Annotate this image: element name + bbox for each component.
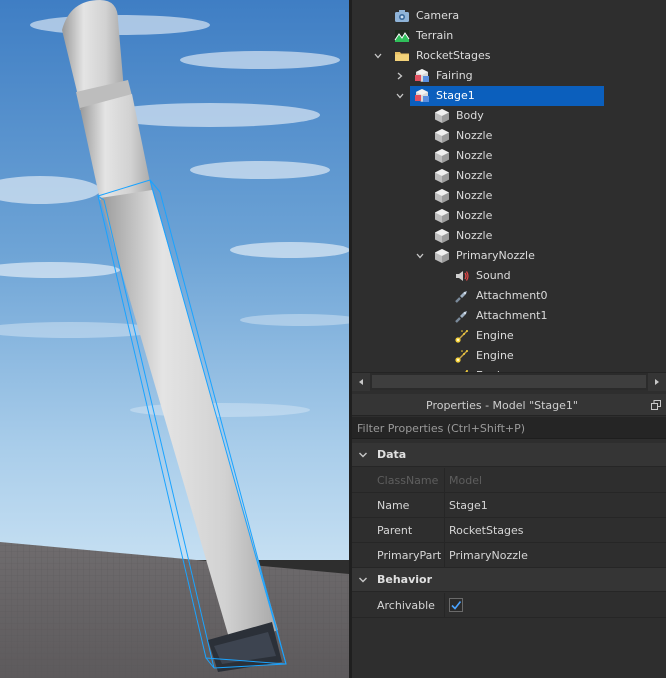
dock-icon[interactable]	[651, 400, 661, 410]
tree-item-nozzle[interactable]: Nozzle	[352, 206, 666, 226]
tree-item-label: Nozzle	[456, 209, 493, 222]
part-icon	[434, 248, 450, 264]
tree-item-nozzle[interactable]: Nozzle	[352, 166, 666, 186]
property-name-row[interactable]: Name Stage1	[352, 493, 666, 518]
tree-item-label: Terrain	[416, 29, 454, 42]
tree-item-rocketstages[interactable]: RocketStages	[352, 46, 666, 66]
tree-item-body[interactable]: Body	[352, 106, 666, 126]
tree-item-attachment0[interactable]: Attachment0	[352, 286, 666, 306]
tree-item-camera[interactable]: Camera	[352, 6, 666, 26]
camera-icon	[394, 8, 410, 24]
tree-item-label: Fairing	[436, 69, 473, 82]
section-label: Behavior	[377, 573, 433, 586]
filter-bar	[352, 417, 666, 439]
property-name: ClassName	[377, 474, 439, 487]
chevron-down-icon[interactable]	[357, 449, 369, 461]
sparkle-icon	[454, 348, 470, 364]
tree-item-label: Nozzle	[456, 169, 493, 182]
part-icon	[434, 228, 450, 244]
part-icon	[434, 168, 450, 184]
section-label: Data	[377, 448, 407, 461]
sparkle-icon	[454, 328, 470, 344]
archivable-checkbox[interactable]	[449, 598, 463, 612]
scroll-left-icon[interactable]	[352, 373, 370, 391]
scroll-right-icon[interactable]	[648, 373, 666, 391]
property-value[interactable]: RocketStages	[449, 524, 524, 537]
tree-item-label: Nozzle	[456, 229, 493, 242]
checkmark-icon	[451, 601, 462, 610]
chevron-down-icon[interactable]	[357, 574, 369, 586]
explorer-horizontal-scrollbar[interactable]	[352, 372, 666, 391]
property-name: Name	[377, 499, 410, 512]
property-name: Parent	[377, 524, 413, 537]
tree-item-label: Engine	[476, 349, 514, 362]
property-name: PrimaryPart	[377, 549, 442, 562]
properties-header: Properties - Model "Stage1"	[352, 394, 666, 416]
chevron-down-icon[interactable]	[372, 50, 384, 62]
part-icon	[434, 188, 450, 204]
tree-item-label: Engine	[476, 329, 514, 342]
part-icon	[434, 208, 450, 224]
part-icon	[434, 148, 450, 164]
tree-item-nozzle[interactable]: Nozzle	[352, 146, 666, 166]
properties-title: Properties - Model "Stage1"	[426, 399, 578, 412]
tree-item-nozzle[interactable]: Nozzle	[352, 186, 666, 206]
filter-properties-input[interactable]	[352, 417, 666, 439]
property-value[interactable]: PrimaryNozzle	[449, 549, 528, 562]
terrain-icon	[394, 28, 410, 44]
property-archivable[interactable]: Archivable	[352, 593, 666, 618]
property-parent[interactable]: Parent RocketStages	[352, 518, 666, 543]
property-value[interactable]: Stage1	[449, 499, 488, 512]
tree-item-label: Nozzle	[456, 189, 493, 202]
tree-item-engine[interactable]: Engine	[352, 346, 666, 366]
part-icon	[434, 128, 450, 144]
section-behavior[interactable]: Behavior	[352, 568, 666, 592]
model-icon	[414, 68, 430, 84]
model-icon	[414, 88, 430, 104]
chevron-right-icon[interactable]	[394, 70, 406, 82]
tree-item-label: Stage1	[436, 89, 475, 102]
tree-item-label: Body	[456, 109, 484, 122]
scrollbar-thumb[interactable]	[372, 375, 646, 388]
tree-item-label: Nozzle	[456, 149, 493, 162]
part-icon	[434, 108, 450, 124]
chevron-down-icon[interactable]	[394, 90, 406, 102]
tree-item-nozzle[interactable]: Nozzle	[352, 126, 666, 146]
tree-item-sound[interactable]: Sound	[352, 266, 666, 286]
tree-item-label: RocketStages	[416, 49, 491, 62]
property-name: Archivable	[377, 599, 435, 612]
tree-item-engine[interactable]: Engine	[352, 326, 666, 346]
attachment-icon	[454, 308, 470, 324]
properties-panel: Properties - Model "Stage1" Data ClassNa…	[352, 394, 666, 678]
section-data[interactable]: Data	[352, 443, 666, 467]
viewport-3d[interactable]	[0, 0, 349, 678]
attachment-icon	[454, 288, 470, 304]
tree-item-stage1[interactable]: Stage1	[352, 86, 666, 106]
property-classname: ClassName Model	[352, 468, 666, 493]
property-value: Model	[449, 474, 483, 487]
folder-icon	[394, 48, 410, 64]
tree-item-terrain[interactable]: Terrain	[352, 26, 666, 46]
tree-item-label: Sound	[476, 269, 511, 282]
explorer-panel: Camera Terrain RocketStages Fairing Stag…	[352, 0, 666, 392]
tree-item-label: PrimaryNozzle	[456, 249, 535, 262]
tree-item-primarynozzle[interactable]: PrimaryNozzle	[352, 246, 666, 266]
sound-icon	[454, 268, 470, 284]
tree-item-label: Camera	[416, 9, 460, 22]
tree-item-label: Attachment0	[476, 289, 548, 302]
tree-item-fairing[interactable]: Fairing	[352, 66, 666, 86]
chevron-down-icon[interactable]	[414, 250, 426, 262]
tree-item-nozzle[interactable]: Nozzle	[352, 226, 666, 246]
property-primarypart[interactable]: PrimaryPart PrimaryNozzle	[352, 543, 666, 568]
tree-item-label: Attachment1	[476, 309, 548, 322]
tree-item-label: Nozzle	[456, 129, 493, 142]
tree-item-attachment1[interactable]: Attachment1	[352, 306, 666, 326]
